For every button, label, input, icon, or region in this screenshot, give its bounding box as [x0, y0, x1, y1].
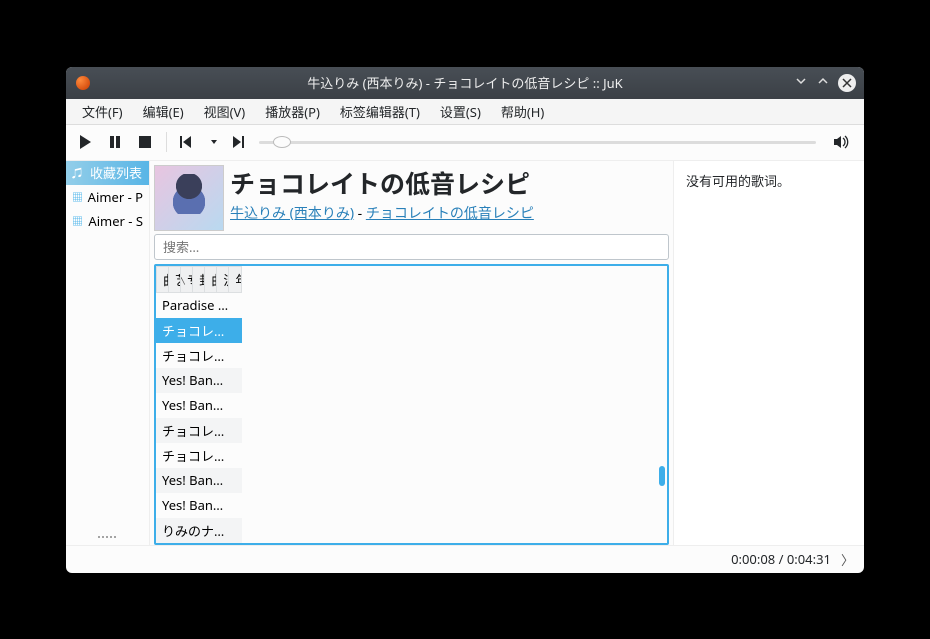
track-table-body: Paradise …μ'sタカラモノズ/Para…2動畫…201チョコレ…牛込り… [156, 293, 242, 545]
now-playing-title: チョコレイトの低音レシピ [230, 165, 667, 201]
menu-edit[interactable]: 编辑(E) [133, 102, 194, 121]
col-artist[interactable]: 艺人 [169, 266, 181, 292]
menu-file[interactable]: 文件(F) [72, 102, 133, 121]
prev-track-button[interactable] [177, 131, 199, 153]
now-playing: チョコレイトの低音レシピ 牛込りみ (西本りみ) - チョコレイトの低音レシピ [150, 161, 673, 233]
col-title[interactable]: 曲目名称 [157, 266, 169, 292]
statusbar-expand-icon[interactable]: 〉 [841, 550, 854, 569]
table-row[interactable]: Paradise …μ'sタカラモノズ/Para…2動畫…201 [156, 293, 242, 318]
table-row[interactable]: Yes! BanG…牛込りみ (…チョコレイトの低…4動畫…201 [156, 493, 242, 518]
menu-tageditor[interactable]: 标签编辑器(T) [330, 102, 430, 121]
col-album[interactable]: 专辑∧ [181, 266, 193, 292]
table-row[interactable]: チョコレ…牛込りみ (…チョコレイトの低…1動畫…201 [156, 318, 242, 343]
playlist-icon: ▦ [72, 213, 84, 229]
toolbar-separator [166, 132, 167, 152]
scrollbar-thumb[interactable] [659, 466, 665, 486]
sidebar-item-label: Aimer - S [88, 212, 143, 230]
prev-dropdown[interactable] [207, 131, 221, 153]
statusbar: 0:00:08 / 0:04:31 〉 [66, 545, 864, 573]
play-button[interactable] [74, 131, 96, 153]
table-row[interactable]: Yes! BanG…牛込りみ (…チョコレイトの低…2動畫…201 [156, 393, 242, 418]
app-window: 牛込りみ (西本りみ) - チョコレイトの低音レシピ :: JuK 文件(F) … [66, 67, 864, 573]
pause-button[interactable] [104, 131, 126, 153]
playlist-icon: ▦ [72, 189, 84, 205]
now-playing-subtitle: 牛込りみ (西本りみ) - チョコレイトの低音レシピ [230, 203, 667, 223]
table-row[interactable]: Yes! BanG…牛込りみ (…チョコレイトの低…4動畫…201 [156, 468, 242, 493]
table-row[interactable]: チョコレ…牛込りみ (…チョコレイトの低…3動畫…201 [156, 443, 242, 468]
seek-thumb[interactable] [273, 136, 291, 148]
sidebar-resize-handle[interactable] [94, 536, 120, 542]
col-year[interactable]: 年份 [229, 266, 241, 292]
sidebar: ♫ 收藏列表 ▦ Aimer - P ▦ Aimer - S [66, 161, 150, 545]
table-row[interactable]: ツナグ、…Afterglow (…ツナグ、ソラモヨウ1J-Pop201 [156, 543, 242, 545]
sidebar-item-label: Aimer - P [88, 188, 143, 206]
table-row[interactable]: Yes! BanG…牛込りみ (…チョコレイトの低…2動畫…201 [156, 368, 242, 393]
sort-asc-icon: ∧ [181, 273, 187, 288]
window-title: 牛込りみ (西本りみ) - チョコレイトの低音レシピ :: JuK [66, 73, 864, 92]
music-note-icon: ♫ [72, 165, 86, 181]
sidebar-item-playlist-aimer-p[interactable]: ▦ Aimer - P [66, 185, 149, 209]
table-row[interactable]: チョコレ…牛込りみ (…チョコレイトの低…3動畫…201 [156, 418, 242, 443]
col-cover[interactable]: 封面 [193, 266, 205, 292]
close-button[interactable] [838, 74, 856, 92]
col-genre[interactable]: 流派 [217, 266, 229, 292]
table-row[interactable]: りみのナ…ドラマチョコレイトの低…5動畫…201 [156, 518, 242, 543]
next-track-button[interactable] [229, 131, 251, 153]
maximize-button[interactable] [816, 74, 830, 92]
volume-icon[interactable] [830, 131, 852, 153]
sidebar-item-playlist-aimer-s[interactable]: ▦ Aimer - S [66, 209, 149, 233]
menu-player[interactable]: 播放器(P) [255, 102, 330, 121]
stop-button[interactable] [134, 131, 156, 153]
album-cover[interactable] [154, 165, 224, 231]
menubar: 文件(F) 编辑(E) 视图(V) 播放器(P) 标签编辑器(T) 设置(S) … [66, 99, 864, 125]
titlebar[interactable]: 牛込りみ (西本りみ) - チョコレイトの低音レシピ :: JuK [66, 67, 864, 99]
sidebar-item-collection[interactable]: ♫ 收藏列表 [66, 161, 149, 185]
menu-settings[interactable]: 设置(S) [430, 102, 491, 121]
seek-slider[interactable] [259, 134, 816, 150]
col-track[interactable]: 曲目 [205, 266, 217, 292]
track-table: 曲目名称 艺人 专辑∧ 封面 曲目 流派 年份 Paradise …μ'sタカラ… [154, 264, 669, 545]
main-area: ♫ 收藏列表 ▦ Aimer - P ▦ Aimer - S チョコレイトの低音… [66, 161, 864, 545]
toolbar [66, 125, 864, 161]
table-row[interactable]: チョコレ…牛込りみ (…チョコレイトの低…1動畫…201 [156, 343, 242, 368]
minimize-button[interactable] [794, 74, 808, 92]
album-link[interactable]: チョコレイトの低音レシピ [366, 204, 534, 223]
center-pane: チョコレイトの低音レシピ 牛込りみ (西本りみ) - チョコレイトの低音レシピ … [150, 161, 674, 545]
search-input[interactable] [154, 234, 669, 260]
menu-view[interactable]: 视图(V) [194, 102, 256, 121]
time-display: 0:00:08 / 0:04:31 [731, 550, 831, 568]
artist-link[interactable]: 牛込りみ (西本りみ) [230, 204, 354, 223]
app-icon [76, 76, 90, 90]
sidebar-item-label: 收藏列表 [90, 163, 142, 182]
menu-help[interactable]: 帮助(H) [491, 102, 554, 121]
lyrics-text: 没有可用的歌词。 [686, 171, 852, 190]
lyrics-pane: 没有可用的歌词。 [674, 161, 864, 545]
